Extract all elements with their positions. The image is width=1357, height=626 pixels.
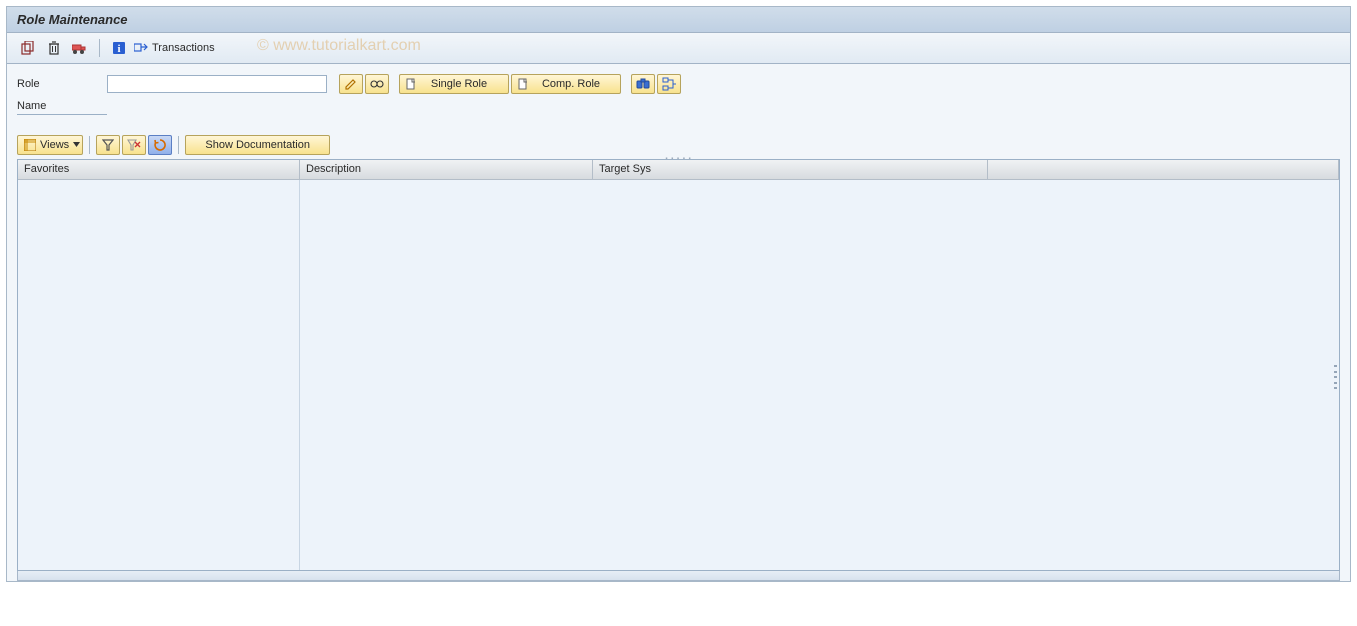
grid-header-row: Favorites Description Target Sys bbox=[18, 160, 1339, 180]
views-label: Views bbox=[40, 139, 69, 151]
comp-role-button[interactable]: Comp. Role bbox=[511, 74, 621, 94]
column-header-target-sys[interactable]: Target Sys bbox=[593, 160, 988, 180]
show-documentation-button[interactable]: Show Documentation bbox=[185, 135, 330, 155]
single-role-label: Single Role bbox=[416, 78, 502, 90]
transport-icon[interactable] bbox=[69, 38, 91, 58]
filter-clear-icon bbox=[127, 139, 141, 151]
pencil-icon bbox=[345, 78, 357, 90]
content-area: Role Single Role Comp. Role bbox=[7, 64, 1350, 581]
column-header-empty bbox=[988, 160, 1339, 180]
separator bbox=[178, 136, 179, 154]
page-title: Role Maintenance bbox=[7, 7, 1350, 33]
change-button[interactable] bbox=[339, 74, 363, 94]
transactions-button[interactable]: Transactions bbox=[134, 38, 215, 58]
document-icon bbox=[518, 78, 528, 90]
filter-icon bbox=[102, 139, 114, 151]
dropdown-arrow-icon bbox=[73, 142, 80, 148]
comp-role-label: Comp. Role bbox=[528, 78, 614, 90]
grid-body-favorites[interactable] bbox=[18, 180, 300, 570]
name-label: Name bbox=[17, 100, 107, 115]
vertical-resize-handle-icon[interactable] bbox=[1334, 365, 1337, 389]
filter-button[interactable] bbox=[96, 135, 120, 155]
data-grid: Favorites Description Target Sys bbox=[17, 159, 1340, 571]
svg-text:i: i bbox=[117, 43, 120, 55]
separator bbox=[89, 136, 90, 154]
watermark-text: © www.tutorialkart.com bbox=[257, 37, 421, 55]
delete-icon[interactable] bbox=[43, 38, 65, 58]
alv-toolbar: Views Show Documentation bbox=[17, 135, 1340, 155]
column-header-favorites[interactable]: Favorites bbox=[18, 160, 300, 180]
hierarchy-icon bbox=[662, 77, 676, 91]
refresh-icon bbox=[154, 139, 166, 151]
views-button[interactable]: Views bbox=[17, 135, 83, 155]
column-header-description[interactable]: Description bbox=[300, 160, 593, 180]
separator bbox=[99, 39, 100, 57]
expand-button[interactable] bbox=[657, 74, 681, 94]
layout-icon bbox=[24, 139, 36, 151]
role-input[interactable] bbox=[107, 75, 327, 93]
glasses-icon bbox=[370, 79, 384, 89]
transactions-label: Transactions bbox=[152, 42, 215, 54]
status-bar bbox=[17, 571, 1340, 581]
single-role-button[interactable]: Single Role bbox=[399, 74, 509, 94]
filter-delete-button[interactable] bbox=[122, 135, 146, 155]
display-button[interactable] bbox=[365, 74, 389, 94]
search-button[interactable] bbox=[631, 74, 655, 94]
refresh-button[interactable] bbox=[148, 135, 172, 155]
grid-body-main[interactable] bbox=[300, 180, 1339, 570]
show-doc-label: Show Documentation bbox=[192, 139, 323, 151]
copy-icon[interactable] bbox=[17, 38, 39, 58]
role-label: Role bbox=[17, 78, 107, 90]
binoculars-icon bbox=[636, 77, 650, 91]
document-icon bbox=[406, 78, 416, 90]
info-icon[interactable]: i bbox=[108, 38, 130, 58]
app-toolbar: i Transactions © www.tutorialkart.com bbox=[7, 33, 1350, 64]
